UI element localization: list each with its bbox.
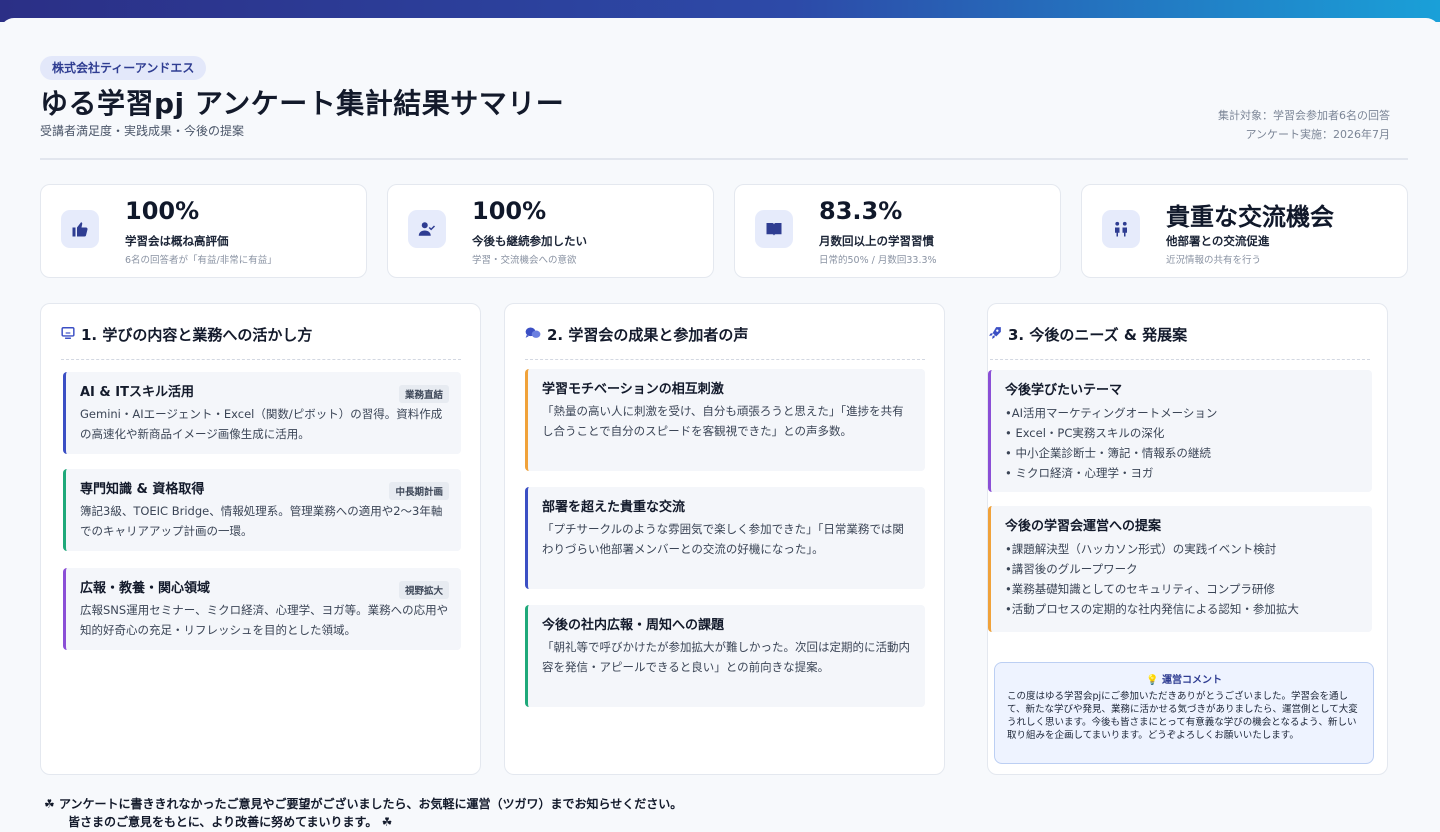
item-title: 今後の社内広報・周知への課題 (542, 618, 725, 633)
page-title: ゆる学習pj アンケート集計結果サマリー (40, 87, 565, 120)
kpi-card-satisfaction: 100% 学習会は概ね高評価 6名の回答者が「有益/非常に有益」 (40, 184, 367, 278)
item-title: 学習モチベーションの相互刺激 (542, 382, 724, 397)
kpi-label: 今後も継続参加したい (472, 234, 587, 248)
thumbs-up-icon (61, 210, 99, 248)
list-item: • ミクロ経済・心理学・ヨガ (1005, 466, 1154, 480)
item-text: 「朝礼等で呼びかけたが参加拡大が難しかった。次回は定期的に活動内容を発信・アピー… (542, 640, 910, 674)
comment-header: 💡 運営コメント (1007, 671, 1361, 686)
kpi-card-exchange: 貴重な交流機会 他部署との交流促進 近況情報の共有を行う (1081, 184, 1408, 278)
survey-meta: 集計対象：学習会参加者6名の回答 アンケート実施：2026年7月 (1218, 106, 1390, 144)
item-tag: 中長期計画 (389, 482, 449, 500)
kpi-sub: 近況情報の共有を行う (1166, 255, 1262, 266)
clover-icon: ☘ (381, 815, 393, 829)
list-item: • Excel・PC実務スキルの深化 (1005, 426, 1165, 440)
rocket-icon (988, 326, 1002, 344)
section-title: 2. 学習会の成果と参加者の声 (525, 324, 748, 345)
kpi-sub: 6名の回答者が「有益/非常に有益」 (125, 255, 277, 266)
list-item: AI & ITスキル活用 Gemini・AIエージェント・Excel（関数/ピボ… (63, 372, 461, 454)
kpi-card-continue: 100% 今後も継続参加したい 学習・交流機会への意欲 (387, 184, 714, 278)
comment-text: この度はゆる学習会pjにご参加いただきありがとうございました。学習会を通して、新… (1007, 691, 1358, 741)
list-item: •講習後のグループワーク (1005, 562, 1138, 576)
list-item: 専門知識 & 資格取得 簿記3級、TOEIC Bridge、情報処理系。管理業務… (63, 469, 461, 551)
section-title-text: 1. 学びの内容と業務への活かし方 (81, 326, 313, 344)
kpi-value: 100% (125, 197, 200, 225)
item-text: 広報SNS運用セミナー、ミクロ経済、心理学、ヨガ等。業務への応用や知的好奇心の充… (80, 603, 449, 637)
kpi-label: 月数回以上の学習習慣 (819, 234, 934, 248)
kpi-value: 100% (472, 197, 547, 225)
page-subtitle: 受講者満足度・実践成果・今後の提案 (40, 124, 245, 138)
meta-target: 集計対象：学習会参加者6名の回答 (1218, 109, 1390, 122)
kpi-value: 83.3% (819, 197, 903, 225)
item-text: 簿記3級、TOEIC Bridge、情報処理系。管理業務への適用や2〜3年軸での… (80, 504, 443, 538)
meta-date: アンケート実施：2026年7月 (1245, 128, 1390, 141)
list-item: 広報・教養・関心領域 広報SNS運用セミナー、ミクロ経済、心理学、ヨガ等。業務へ… (63, 568, 461, 650)
item-text: 「プチサークルのような雰囲気で楽しく参加できた」「日常業務では関わりづらい他部署… (542, 522, 904, 556)
section-divider (990, 359, 1370, 360)
comment-title: 運営コメント (1161, 675, 1222, 686)
section-divider (61, 359, 461, 360)
proposals-card: 今後の学習会運営への提案 •課題解決型（ハッカソン形式）の実践イベント検討 •講… (988, 506, 1372, 632)
list-item: 部署を超えた貴重な交流 「プチサークルのような雰囲気で楽しく参加できた」「日常業… (525, 487, 925, 589)
results-voices-section: 2. 学習会の成果と参加者の声 学習モチベーションの相互刺激 「熱量の高い人に刺… (504, 303, 945, 775)
item-title: AI & ITスキル活用 (80, 385, 194, 400)
company-badge: 株式会社ティーアンドエス (40, 56, 207, 80)
section-title: 1. 学びの内容と業務への活かし方 (61, 324, 312, 345)
section-title-text: 3. 今後のニーズ & 発展案 (1008, 326, 1188, 344)
list-item: 今後の社内広報・周知への課題 「朝礼等で呼びかけたが参加拡大が難しかった。次回は… (525, 605, 925, 707)
header-divider (40, 158, 1408, 160)
list-item: •業務基礎知識としてのセキュリティ、コンプラ研修 (1005, 582, 1275, 596)
people-icon (1102, 210, 1140, 248)
book-icon (755, 210, 793, 248)
lightbulb-icon: 💡 (1146, 675, 1159, 686)
chat-bubbles-icon (525, 326, 541, 344)
themes-list: •AI活用マーケティングオートメーション • Excel・PC実務スキルの深化 … (1005, 403, 1360, 483)
list-item: •AI活用マーケティングオートメーション (1005, 406, 1218, 420)
organizer-comment-box: 💡 運営コメント この度はゆる学習会pjにご参加いただきありがとうございました。… (994, 662, 1374, 764)
item-title: 部署を超えた貴重な交流 (542, 500, 686, 515)
proposals-title: 今後の学習会運営への提案 (1005, 519, 1162, 534)
clover-icon: ☘ (44, 797, 55, 811)
learning-content-section: 1. 学びの内容と業務への活かし方 AI & ITスキル活用 Gemini・AI… (40, 303, 481, 775)
kpi-card-habit: 83.3% 月数回以上の学習習慣 日常的50% / 月数回33.3% (734, 184, 1061, 278)
list-item: •活動プロセスの定期的な社内発信による認知・参加拡大 (1005, 602, 1299, 616)
section-title-text: 2. 学習会の成果と参加者の声 (547, 326, 749, 344)
kpi-label: 学習会は概ね高評価 (125, 234, 229, 248)
themes-title: 今後学びたいテーマ (1005, 383, 1123, 398)
list-item: 学習モチベーションの相互刺激 「熱量の高い人に刺激を受け、自分も頑張ろうと思えた… (525, 369, 925, 471)
proposals-list: •課題解決型（ハッカソン形式）の実践イベント検討 •講習後のグループワーク •業… (1005, 539, 1360, 619)
section-title: 3. 今後のニーズ & 発展案 (988, 324, 1187, 345)
item-title: 広報・教養・関心領域 (80, 581, 211, 596)
list-item: •課題解決型（ハッカソン形式）の実践イベント検討 (1005, 542, 1277, 556)
footer-line-1: アンケートに書ききれなかったご意見やご要望がございましたら、お気軽に運営（ツガワ… (58, 797, 683, 811)
page-card: 株式会社ティーアンドエス ゆる学習pj アンケート集計結果サマリー 受講者満足度… (0, 18, 1440, 832)
kpi-value: 貴重な交流機会 (1166, 203, 1334, 231)
item-tag: 視野拡大 (398, 581, 449, 599)
footer-message: ☘ アンケートに書ききれなかったご意見やご要望がございましたら、お気軽に運営（ツ… (44, 795, 682, 831)
footer-line-2: 皆さまのご意見をもとに、より改善に努めてまいります。 (68, 815, 378, 829)
kpi-sub: 日常的50% / 月数回33.3% (819, 255, 937, 266)
kpi-sub: 学習・交流機会への意欲 (472, 255, 577, 266)
user-check-icon (408, 210, 446, 248)
item-text: Gemini・AIエージェント・Excel（関数/ピボット）の習得。資料作成の高… (80, 407, 443, 441)
monitor-icon (61, 326, 75, 344)
item-tag: 業務直結 (398, 385, 449, 403)
section-divider (525, 359, 925, 360)
themes-card: 今後学びたいテーマ •AI活用マーケティングオートメーション • Excel・P… (988, 370, 1372, 492)
list-item: • 中小企業診断士・簿記・情報系の継続 (1005, 446, 1211, 460)
item-text: 「熱量の高い人に刺激を受け、自分も頑張ろうと思えた」「進捗を共有し合うことで自分… (542, 404, 904, 438)
future-needs-section: 3. 今後のニーズ & 発展案 今後学びたいテーマ •AI活用マーケティングオー… (987, 303, 1388, 775)
kpi-label: 他部署との交流促進 (1166, 234, 1270, 248)
